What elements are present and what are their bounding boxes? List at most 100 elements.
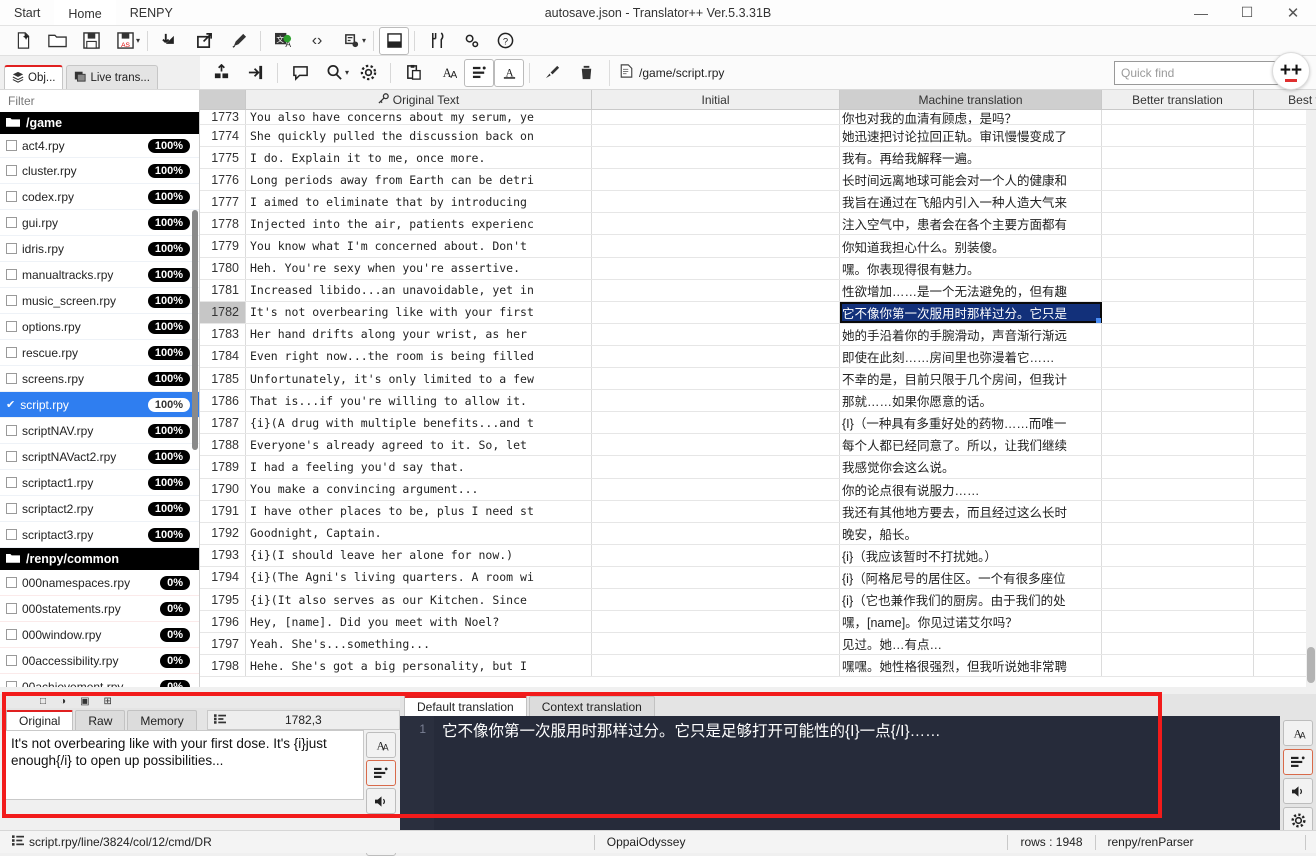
column-header-rownum[interactable] xyxy=(200,90,246,109)
file-item-00accessibility[interactable]: 00accessibility.rpy 0% xyxy=(0,648,199,674)
speaker-icon[interactable] xyxy=(1283,778,1313,804)
cell-original[interactable]: {i}(The Agni's living quarters. A room w… xyxy=(246,566,592,588)
table-row[interactable]: 1784 Even right now...the room is being … xyxy=(200,345,1316,369)
minimize-button[interactable]: — xyxy=(1178,0,1224,25)
cell-better[interactable] xyxy=(1102,191,1254,213)
file-checkbox[interactable] xyxy=(6,269,17,280)
table-row[interactable]: 1773 You also have concerns about my ser… xyxy=(200,110,1316,125)
cell-original[interactable]: {i}(A drug with multiple benefits...and … xyxy=(246,412,592,434)
layout-icon[interactable] xyxy=(379,26,410,55)
add-row-icon[interactable] xyxy=(204,59,238,87)
paste-icon[interactable] xyxy=(396,59,430,87)
delete-icon[interactable] xyxy=(569,59,603,87)
settings-icon[interactable] xyxy=(454,27,488,55)
table-row[interactable]: 1795 {i}(It also serves as our Kitchen. … xyxy=(200,588,1316,612)
speaker-icon[interactable] xyxy=(366,788,396,814)
file-checkbox[interactable] xyxy=(6,577,17,588)
cell-machine[interactable]: 嘿。你表现得很有魅力。 xyxy=(840,257,1102,279)
file-checkbox[interactable] xyxy=(6,140,17,151)
cell-original[interactable]: Yeah. She's...something... xyxy=(246,633,592,655)
file-checkbox[interactable] xyxy=(6,425,17,436)
cell-machine[interactable]: 性欲增加……是一个无法避免的，但有趣 xyxy=(840,279,1102,301)
cell-initial[interactable] xyxy=(592,125,840,147)
cell-original[interactable]: Everyone's already agreed to it. So, let xyxy=(246,434,592,456)
table-row[interactable]: 1796 Hey, [name]. Did you meet with Noel… xyxy=(200,611,1316,634)
sidebar-scrollbar[interactable] xyxy=(192,210,198,450)
cell-original[interactable]: You know what I'm concerned about. Don't xyxy=(246,235,592,257)
table-row[interactable]: 1787 {i}(A drug with multiple benefits..… xyxy=(200,412,1316,435)
cell-initial[interactable] xyxy=(592,588,840,611)
cell-better[interactable] xyxy=(1102,588,1254,611)
cell-original[interactable]: Heh. You're sexy when you're assertive. xyxy=(246,257,592,279)
file-checkbox[interactable] xyxy=(6,243,17,254)
cell-better[interactable] xyxy=(1102,235,1254,257)
cell-machine[interactable]: 我还有其他地方要去，而且经过这么长时 xyxy=(840,500,1102,522)
menu-tab-start[interactable]: Start xyxy=(0,0,54,25)
tab-raw[interactable]: Raw xyxy=(75,710,126,730)
cell-original[interactable]: Increased libido...an unavoidable, yet i… xyxy=(246,279,592,301)
cell-machine[interactable]: 你的论点很有说服力…… xyxy=(840,478,1102,500)
table-row[interactable]: 1777 I aimed to eliminate that by introd… xyxy=(200,191,1316,214)
file-item-screens[interactable]: screens.rpy 100% xyxy=(0,366,199,392)
table-row[interactable]: 1798 Hehe. She's got a big personality, … xyxy=(200,655,1316,678)
cell-initial[interactable] xyxy=(592,368,840,390)
cell-original[interactable]: You also have concerns about my serum, y… xyxy=(246,110,592,124)
cell-initial[interactable] xyxy=(592,456,840,478)
export-icon[interactable] xyxy=(187,27,221,55)
cell-better[interactable] xyxy=(1102,279,1254,301)
file-item-cluster[interactable]: cluster.rpy 100% xyxy=(0,158,199,184)
close-button[interactable]: ✕ xyxy=(1270,0,1316,25)
file-checkbox[interactable] xyxy=(6,477,17,488)
tab-default-translation[interactable]: Default translation xyxy=(404,696,527,716)
file-checkbox[interactable] xyxy=(6,295,17,306)
cell-better[interactable] xyxy=(1102,611,1254,633)
quick-find-input[interactable]: Quick find xyxy=(1114,60,1294,85)
cell-original[interactable]: You make a convincing argument... xyxy=(246,478,592,500)
translate-icon[interactable]: 文A xyxy=(266,27,300,55)
cell-better[interactable] xyxy=(1102,412,1254,434)
file-checkbox[interactable] xyxy=(6,629,17,640)
file-checkbox[interactable] xyxy=(6,191,17,202)
cell-better[interactable] xyxy=(1102,522,1254,544)
cell-original[interactable]: {i}(It also serves as our Kitchen. Since xyxy=(246,588,592,611)
cell-machine[interactable]: {i}（阿格尼号的居住区。一个有很多座位 xyxy=(840,566,1102,588)
file-checkbox[interactable] xyxy=(6,373,17,384)
table-row[interactable]: 1776 Long periods away from Earth can be… xyxy=(200,169,1316,192)
file-item-codex[interactable]: codex.rpy 100% xyxy=(0,184,199,210)
table-row[interactable]: 1785 Unfortunately, it's only limited to… xyxy=(200,368,1316,391)
tools-icon[interactable] xyxy=(420,27,454,55)
table-row-selected[interactable]: 1782 It's not overbearing like with your… xyxy=(200,301,1316,324)
cell-initial[interactable] xyxy=(592,345,840,368)
cell-better[interactable] xyxy=(1102,456,1254,478)
cell-original[interactable]: Hey, [name]. Did you meet with Noel? xyxy=(246,611,592,633)
cell-initial[interactable] xyxy=(592,500,840,522)
cell-original[interactable]: She quickly pulled the discussion back o… xyxy=(246,125,592,147)
file-item-scriptnav[interactable]: scriptNAV.rpy 100% xyxy=(0,418,199,444)
panel-icon[interactable]: ▣ xyxy=(80,696,89,707)
cell-machine[interactable]: {I}（一种具有多重好处的药物……而唯一 xyxy=(840,412,1102,434)
tab-context-translation[interactable]: Context translation xyxy=(528,696,655,716)
table-row[interactable]: 1779 You know what I'm concerned about. … xyxy=(200,235,1316,258)
cell-machine[interactable]: 晚安，船长。 xyxy=(840,522,1102,544)
text-color-icon[interactable]: A xyxy=(494,58,525,87)
cell-better[interactable] xyxy=(1102,323,1254,345)
font-size-icon[interactable]: AA xyxy=(1283,720,1313,746)
column-header-machine[interactable]: Machine translation xyxy=(840,90,1102,109)
table-row[interactable]: 1781 Increased libido...an unavoidable, … xyxy=(200,279,1316,302)
cell-better[interactable] xyxy=(1102,147,1254,169)
table-row[interactable]: 1794 {i}(The Agni's living quarters. A r… xyxy=(200,566,1316,589)
file-item-manualtracks[interactable]: manualtracks.rpy 100% xyxy=(0,262,199,288)
cell-machine[interactable]: 不幸的是，目前只限于几个房间，但我计 xyxy=(840,368,1102,390)
cell-better[interactable] xyxy=(1102,213,1254,235)
comment-icon[interactable] xyxy=(283,59,317,87)
cell-machine[interactable]: 嘿嘿。她性格很强烈，但我听说她非常聘 xyxy=(840,655,1102,677)
cell-machine[interactable]: 你也对我的血清有顾虑，是吗？ xyxy=(840,110,1102,124)
font-icon[interactable]: AA xyxy=(430,59,464,87)
cell-machine[interactable]: 她迅速把讨论拉回正轨。审讯慢慢变成了 xyxy=(840,125,1102,147)
cell-original[interactable]: Goodnight, Captain. xyxy=(246,522,592,544)
cell-original[interactable]: I had a feeling you'd say that. xyxy=(246,456,592,478)
cell-initial[interactable] xyxy=(592,257,840,279)
cell-initial[interactable] xyxy=(592,110,840,124)
cell-initial[interactable] xyxy=(592,566,840,588)
table-row[interactable]: 1790 You make a convincing argument... 你… xyxy=(200,478,1316,501)
